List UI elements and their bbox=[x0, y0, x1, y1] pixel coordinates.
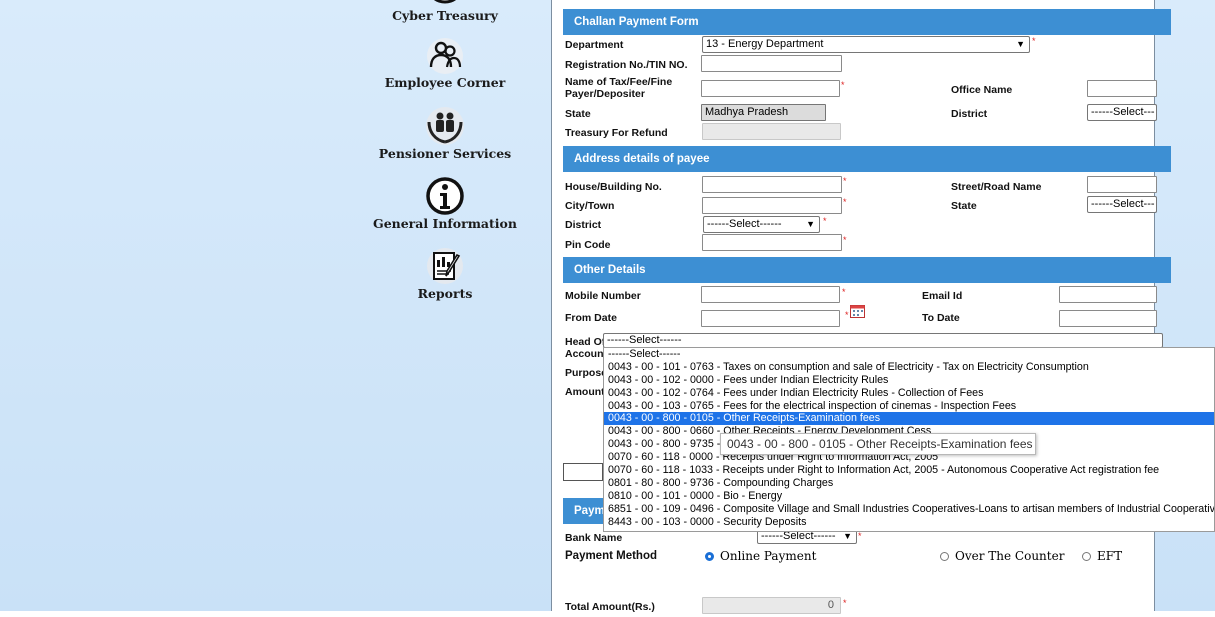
chevron-down-icon: ▼ bbox=[1016, 39, 1025, 49]
city-label: City/Town bbox=[565, 200, 615, 212]
district-select[interactable]: ------Select--- bbox=[1087, 104, 1157, 121]
reports-icon bbox=[427, 248, 463, 284]
state-label: State bbox=[565, 108, 591, 120]
department-select[interactable]: 13 - Energy Department ▼ bbox=[702, 36, 1030, 53]
dropdown-option[interactable]: 0070 - 60 - 118 - 1033 - Receipts under … bbox=[604, 464, 1214, 477]
treasury-icon bbox=[433, 0, 457, 4]
sidebar: Cyber Treasury Employee Corner Pensioner… bbox=[370, 0, 550, 611]
street-input[interactable] bbox=[1087, 176, 1157, 193]
required-marker: * bbox=[823, 216, 827, 226]
chevron-down-icon: ▼ bbox=[843, 531, 852, 541]
info-icon bbox=[426, 177, 464, 215]
required-marker: * bbox=[843, 176, 847, 186]
required-marker: * bbox=[843, 598, 847, 608]
required-marker: * bbox=[845, 310, 849, 320]
dropdown-option[interactable]: 0043 - 00 - 102 - 0764 - Fees under Indi… bbox=[604, 387, 1214, 400]
radio-selected-icon bbox=[705, 552, 714, 561]
total-amount-field: 0 bbox=[702, 597, 841, 614]
email-label: Email Id bbox=[922, 290, 963, 302]
house-input[interactable] bbox=[702, 176, 842, 193]
dropdown-option[interactable]: 6851 - 00 - 109 - 0496 - Composite Villa… bbox=[604, 503, 1214, 516]
partial-button[interactable] bbox=[563, 463, 603, 481]
radio-online-payment[interactable]: Online Payment bbox=[705, 549, 816, 563]
registration-label: Registration No./TIN NO. bbox=[565, 59, 688, 71]
required-marker: * bbox=[843, 197, 847, 207]
payer-name-input[interactable] bbox=[701, 80, 840, 97]
mobile-label: Mobile Number bbox=[565, 290, 641, 302]
mobile-input[interactable] bbox=[701, 286, 840, 303]
address-state-label: State bbox=[951, 200, 977, 212]
sidebar-item-label: General Information bbox=[373, 216, 517, 231]
chevron-down-icon: ▼ bbox=[806, 219, 815, 229]
bank-name-select[interactable]: ------Select------ ▼ bbox=[757, 530, 857, 544]
section-header-address: Address details of payee bbox=[563, 146, 1171, 172]
from-date-input[interactable] bbox=[701, 310, 840, 327]
city-input[interactable] bbox=[702, 197, 842, 214]
calendar-icon[interactable] bbox=[850, 305, 865, 318]
sidebar-item-cyber-treasury[interactable]: Cyber Treasury bbox=[370, 0, 520, 23]
section-header-other: Other Details bbox=[563, 257, 1171, 283]
address-state-select[interactable]: ------Select--- bbox=[1087, 196, 1157, 213]
sidebar-item-general-information[interactable]: General Information bbox=[370, 176, 520, 231]
pensioner-icon bbox=[426, 107, 464, 145]
sidebar-item-label: Reports bbox=[417, 286, 473, 301]
required-marker: * bbox=[858, 531, 862, 541]
office-name-label: Office Name bbox=[951, 84, 1013, 96]
address-district-select[interactable]: ------Select------ ▼ bbox=[703, 216, 820, 233]
treasury-refund-label: Treasury For Refund bbox=[565, 127, 668, 139]
amount-label: Amount bbox=[565, 386, 605, 398]
payer-label: Name of Tax/Fee/Fine Payer/Depositer bbox=[565, 76, 673, 100]
street-label: Street/Road Name bbox=[951, 181, 1042, 193]
dropdown-option[interactable]: 0043 - 00 - 102 - 0000 - Fees under Indi… bbox=[604, 374, 1214, 387]
sidebar-item-label: Cyber Treasury bbox=[392, 8, 498, 23]
dropdown-option[interactable]: ------Select------ bbox=[604, 348, 1214, 361]
employee-icon bbox=[427, 38, 463, 74]
purpose-label: Purpose bbox=[565, 367, 608, 379]
sidebar-item-employee-corner[interactable]: Employee Corner bbox=[370, 37, 520, 90]
dropdown-option[interactable]: 0043 - 00 - 101 - 0763 - Taxes on consum… bbox=[604, 361, 1214, 374]
option-tooltip: 0043 - 00 - 800 - 0105 - Other Receipts-… bbox=[720, 433, 1036, 455]
office-name-input[interactable] bbox=[1087, 80, 1157, 97]
dropdown-option[interactable]: 0801 - 80 - 800 - 9736 - Compounding Cha… bbox=[604, 477, 1214, 490]
dropdown-option[interactable]: 0043 - 00 - 103 - 0765 - Fees for the el… bbox=[604, 400, 1214, 413]
required-marker: * bbox=[1032, 36, 1036, 46]
payment-method-label: Payment Method bbox=[565, 550, 658, 562]
address-district-label: District bbox=[565, 219, 602, 231]
to-date-input[interactable] bbox=[1059, 310, 1157, 327]
department-label: Department bbox=[565, 39, 624, 51]
sidebar-item-label: Pensioner Services bbox=[378, 146, 512, 161]
email-input[interactable] bbox=[1059, 286, 1157, 303]
section-header-challan: Challan Payment Form bbox=[563, 9, 1171, 35]
pincode-label: Pin Code bbox=[565, 239, 611, 251]
dropdown-option[interactable]: 0043 - 00 - 800 - 0105 - Other Receipts-… bbox=[604, 412, 1214, 426]
pincode-input[interactable] bbox=[702, 234, 842, 251]
sidebar-item-pensioner-services[interactable]: Pensioner Services bbox=[370, 106, 520, 161]
required-marker: * bbox=[841, 80, 845, 90]
bank-name-label: Bank Name bbox=[565, 532, 623, 544]
house-label: House/Building No. bbox=[565, 181, 662, 193]
required-marker: * bbox=[842, 287, 846, 297]
district-label: District bbox=[951, 108, 988, 120]
radio-eft[interactable]: EFT bbox=[1082, 549, 1122, 563]
radio-empty-icon bbox=[940, 552, 949, 561]
total-amount-label: Total Amount(Rs.) bbox=[565, 601, 655, 613]
state-field: Madhya Pradesh bbox=[701, 104, 826, 121]
to-date-label: To Date bbox=[922, 312, 960, 324]
sidebar-item-label: Employee Corner bbox=[384, 75, 506, 90]
radio-over-the-counter[interactable]: Over The Counter bbox=[940, 549, 1064, 563]
head-of-account-select[interactable]: ------Select------ bbox=[603, 333, 1163, 348]
treasury-refund-field bbox=[702, 123, 841, 140]
required-marker: * bbox=[843, 235, 847, 245]
head-of-account-label: Head Of Account bbox=[565, 336, 607, 360]
from-date-label: From Date bbox=[565, 312, 617, 324]
dropdown-option[interactable]: 0810 - 00 - 101 - 0000 - Bio - Energy bbox=[604, 490, 1214, 503]
registration-input[interactable] bbox=[701, 55, 842, 72]
dropdown-option[interactable]: 8443 - 00 - 103 - 0000 - Security Deposi… bbox=[604, 516, 1214, 529]
radio-empty-icon bbox=[1082, 552, 1091, 561]
sidebar-item-reports[interactable]: Reports bbox=[370, 246, 520, 301]
